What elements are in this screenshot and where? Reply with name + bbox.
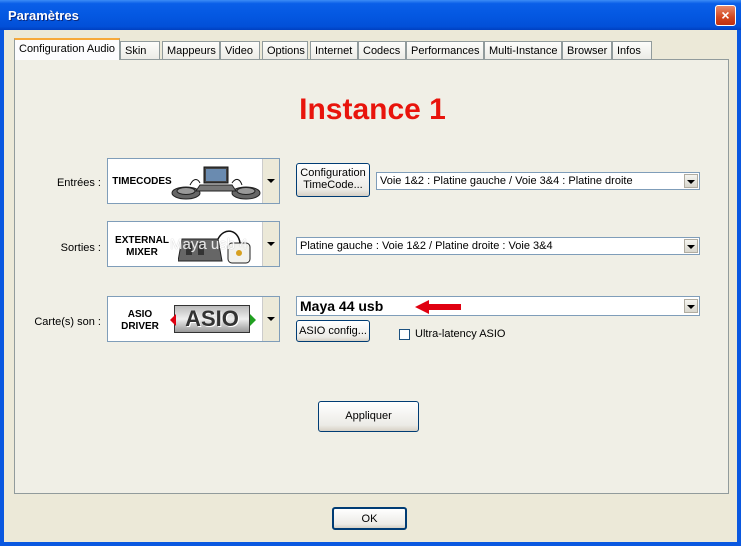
tab-performances[interactable]: Performances: [406, 41, 484, 59]
dropdown-button[interactable]: [684, 239, 698, 253]
chevron-down-icon: [267, 317, 275, 321]
red-arrow-annotation: [415, 300, 461, 314]
soundcard-label: Carte(s) son :: [34, 316, 101, 328]
dropdown-button[interactable]: [684, 174, 698, 188]
inputs-routing-select[interactable]: Voie 1&2 : Platine gauche / Voie 3&4 : P…: [376, 172, 700, 190]
device-overlay-text: Maya usb 4: [170, 236, 248, 253]
inputs-label: Entrées :: [56, 177, 101, 189]
apply-label: Appliquer: [345, 410, 392, 422]
soundcard-device-select[interactable]: Maya 44 usb: [296, 296, 700, 316]
dropdown-button[interactable]: [684, 299, 698, 313]
tab-label: Video: [225, 45, 253, 57]
window-title: Paramètres: [8, 8, 79, 23]
dropdown-arrow-area: [262, 159, 279, 203]
tab-label: Performances: [411, 45, 480, 57]
timecode-config-button[interactable]: Configuration TimeCode...: [296, 163, 370, 197]
asio-config-label: ASIO config...: [299, 325, 367, 337]
chevron-down-icon: [267, 242, 275, 246]
tab-mappeurs[interactable]: Mappeurs: [162, 41, 220, 59]
tab-label: Multi-Instance: [489, 45, 558, 57]
close-button[interactable]: ×: [715, 5, 736, 26]
tab-codecs[interactable]: Codecs: [358, 41, 406, 59]
turntables-laptop-icon: [171, 166, 261, 200]
tab-label: Browser: [567, 45, 608, 57]
close-icon: ×: [721, 7, 730, 23]
chevron-down-icon: [687, 245, 695, 249]
dialog-body: Configuration Audio Skin Mappeurs Video …: [4, 30, 737, 542]
outputs-label: Sorties :: [60, 242, 101, 254]
title-bar[interactable]: Paramètres ×: [0, 0, 741, 30]
soundcard-driver-text: ASIO DRIVER: [121, 309, 159, 332]
tab-label: Mappeurs: [167, 45, 216, 57]
instance-heading: Instance 1: [299, 93, 446, 126]
tab-label: Codecs: [363, 45, 401, 57]
chevron-down-icon: [687, 180, 695, 184]
tab-infos[interactable]: Infos: [612, 41, 652, 59]
asio-left-arrow-icon: [170, 314, 176, 326]
tab-options[interactable]: Options: [262, 41, 308, 59]
chevron-down-icon: [267, 179, 275, 183]
tab-multi-instance[interactable]: Multi-Instance: [484, 41, 562, 59]
asio-logo-text: ASIO: [185, 306, 239, 331]
outputs-routing-select[interactable]: Platine gauche : Voie 1&2 / Platine droi…: [296, 237, 700, 255]
soundcard-device-value: Maya 44 usb: [300, 298, 384, 314]
dropdown-arrow-area: [262, 222, 279, 266]
inputs-mode-dropdown[interactable]: TIMECODES: [107, 158, 280, 204]
soundcard-driver-dropdown[interactable]: ASIO DRIVER ASIO: [107, 296, 280, 342]
tab-video[interactable]: Video: [220, 41, 260, 59]
tab-label: Configuration Audio: [19, 43, 116, 55]
tab-label: Infos: [617, 45, 641, 57]
inputs-routing-value: Voie 1&2 : Platine gauche / Voie 3&4 : P…: [380, 175, 633, 187]
tab-browser[interactable]: Browser: [562, 41, 612, 59]
asio-logo: ASIO: [174, 305, 250, 333]
tab-configuration-audio[interactable]: Configuration Audio: [14, 38, 120, 60]
tab-label: Internet: [315, 45, 353, 57]
outputs-mode-dropdown[interactable]: EXTERNAL MIXER Maya usb 4: [107, 221, 280, 267]
tab-skin[interactable]: Skin: [120, 41, 160, 59]
tab-label: Skin: [125, 45, 147, 57]
ultra-latency-label: Ultra-latency ASIO: [415, 328, 506, 340]
ok-button[interactable]: OK: [332, 507, 407, 530]
audio-config-panel: Instance 1 Entrées : TIMECODES Configura…: [14, 59, 729, 494]
settings-window: Paramètres × Configuration Audio Skin Ma…: [0, 0, 741, 546]
tab-label: Options: [267, 45, 305, 57]
asio-right-arrow-icon: [250, 314, 256, 326]
outputs-routing-value: Platine gauche : Voie 1&2 / Platine droi…: [300, 240, 553, 252]
chevron-down-icon: [687, 305, 695, 309]
asio-config-button[interactable]: ASIO config...: [296, 320, 370, 342]
timecode-config-label: Configuration TimeCode...: [300, 167, 366, 191]
tab-internet[interactable]: Internet: [310, 41, 358, 59]
dropdown-arrow-area: [262, 297, 279, 341]
apply-button[interactable]: Appliquer: [318, 401, 419, 432]
inputs-mode-text: TIMECODES: [112, 176, 172, 187]
ok-label: OK: [361, 513, 378, 525]
outputs-mode-text: EXTERNAL MIXER: [115, 235, 169, 258]
ultra-latency-checkbox[interactable]: [399, 329, 410, 340]
